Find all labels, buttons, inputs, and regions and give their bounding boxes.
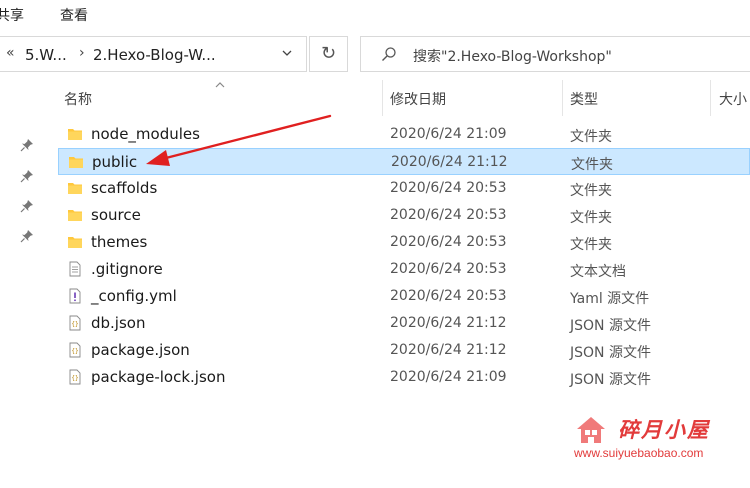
breadcrumb-item[interactable]: 5.W...	[25, 46, 67, 64]
file-type: 文件夹	[571, 157, 613, 173]
json-file-icon: {}	[69, 369, 81, 385]
breadcrumb-separator-icon[interactable]: ›	[79, 45, 85, 61]
ribbon: 共享 查看	[0, 0, 750, 30]
file-row[interactable]: scaffolds 2020/6/24 20:53 文件夹	[58, 175, 750, 202]
file-name: db.json	[91, 314, 146, 332]
svg-text:{}: {}	[71, 321, 78, 328]
file-row[interactable]: {} db.json 2020/6/24 21:12 JSON 源文件	[58, 310, 750, 337]
column-divider[interactable]	[562, 80, 563, 116]
file-row[interactable]: source 2020/6/24 20:53 文件夹	[58, 202, 750, 229]
file-row[interactable]: {} package-lock.json 2020/6/24 21:09 JSO…	[58, 364, 750, 391]
file-date: 2020/6/24 20:53	[390, 234, 507, 250]
navigation-pane	[0, 80, 48, 488]
chevron-down-icon[interactable]	[282, 48, 292, 58]
search-box[interactable]: 搜索"2.Hexo-Blog-Workshop"	[360, 36, 750, 72]
file-row[interactable]: _config.yml 2020/6/24 20:53 Yaml 源文件	[58, 283, 750, 310]
file-name: scaffolds	[91, 179, 158, 197]
refresh-icon: ↻	[320, 43, 337, 64]
column-header-date[interactable]: 修改日期	[390, 89, 446, 109]
overflow-chevron-icon[interactable]: «	[6, 45, 15, 61]
file-row[interactable]: .gitignore 2020/6/24 20:53 文本文档	[58, 256, 750, 283]
file-date: 2020/6/24 20:53	[390, 288, 507, 304]
json-file-icon: {}	[69, 315, 81, 331]
file-date: 2020/6/24 21:09	[390, 126, 507, 142]
text-file-icon	[69, 261, 81, 277]
annotation-arrow-icon	[146, 114, 332, 166]
file-name: package-lock.json	[91, 368, 226, 386]
refresh-button[interactable]: ↻	[309, 36, 348, 72]
file-name: _config.yml	[91, 287, 177, 305]
folder-icon	[69, 157, 83, 168]
house-logo-icon	[577, 417, 605, 443]
file-type: 文件夹	[570, 129, 612, 145]
file-date: 2020/6/24 21:12	[390, 342, 507, 358]
address-row: « 5.W... › 2.Hexo-Blog-W... ↻ 搜索"2.Hexo-…	[0, 30, 750, 80]
yaml-file-icon	[69, 288, 81, 304]
address-bar[interactable]: « 5.W... › 2.Hexo-Blog-W...	[0, 36, 307, 72]
pin-icon[interactable]	[20, 199, 34, 213]
column-header-name[interactable]: 名称	[64, 89, 92, 109]
watermark-title: 碎月小屋	[618, 417, 710, 442]
pin-icon[interactable]	[20, 229, 34, 243]
file-name: package.json	[91, 341, 190, 359]
sort-ascending-icon	[215, 82, 225, 88]
file-type: 文件夹	[570, 237, 612, 253]
file-type: 文本文档	[570, 264, 626, 280]
file-date: 2020/6/24 20:53	[390, 180, 507, 196]
column-divider[interactable]	[382, 80, 383, 116]
folder-icon	[68, 129, 82, 140]
column-header-size[interactable]: 大小	[719, 89, 747, 109]
breadcrumb-item[interactable]: 2.Hexo-Blog-W...	[93, 46, 216, 64]
file-row[interactable]: {} package.json 2020/6/24 21:12 JSON 源文件	[58, 337, 750, 364]
file-name: source	[91, 206, 141, 224]
folder-icon	[68, 210, 82, 221]
file-name: public	[92, 153, 138, 171]
file-type: JSON 源文件	[570, 318, 651, 334]
file-name: themes	[91, 233, 148, 251]
file-date: 2020/6/24 21:09	[390, 369, 507, 385]
file-name: .gitignore	[91, 260, 163, 278]
file-date: 2020/6/24 20:53	[390, 261, 507, 277]
file-date: 2020/6/24 20:53	[390, 207, 507, 223]
watermark-url: www.suiyuebaobao.com	[574, 446, 704, 460]
folder-icon	[68, 237, 82, 248]
pin-icon[interactable]	[20, 169, 34, 183]
watermark: 碎月小屋 www.suiyuebaobao.com	[572, 414, 750, 466]
column-header-type[interactable]: 类型	[570, 89, 598, 109]
svg-text:{}: {}	[71, 348, 78, 355]
ribbon-tab-share[interactable]: 共享	[0, 5, 24, 25]
file-date: 2020/6/24 21:12	[390, 315, 507, 331]
file-type: JSON 源文件	[570, 345, 651, 361]
json-file-icon: {}	[69, 342, 81, 358]
folder-icon	[68, 183, 82, 194]
svg-text:{}: {}	[71, 375, 78, 382]
file-row[interactable]: themes 2020/6/24 20:53 文件夹	[58, 229, 750, 256]
file-type: 文件夹	[570, 183, 612, 199]
file-date: 2020/6/24 21:12	[391, 154, 508, 170]
column-divider[interactable]	[710, 80, 711, 116]
file-type: 文件夹	[570, 210, 612, 226]
file-type: JSON 源文件	[570, 372, 651, 388]
search-placeholder: 搜索"2.Hexo-Blog-Workshop"	[413, 49, 612, 65]
search-icon	[382, 47, 396, 61]
pin-icon[interactable]	[20, 138, 34, 152]
file-type: Yaml 源文件	[570, 291, 650, 307]
ribbon-tab-view[interactable]: 查看	[60, 5, 88, 25]
